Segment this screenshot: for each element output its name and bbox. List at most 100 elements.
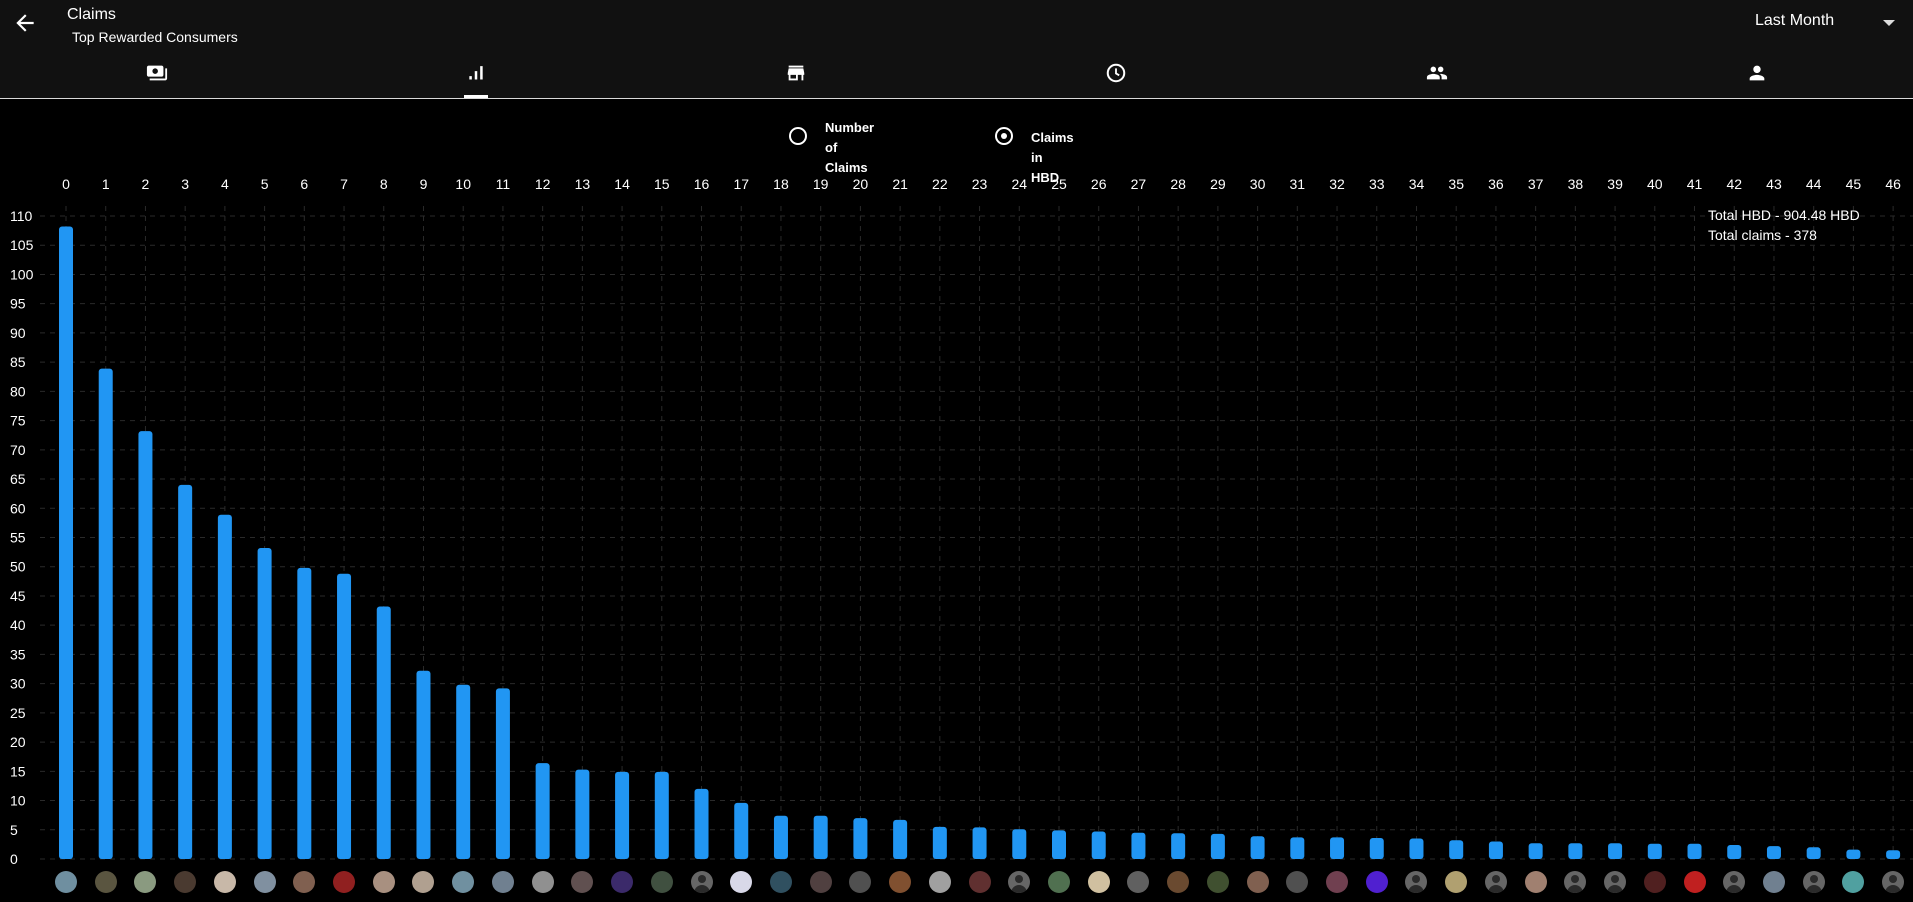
tab-groups[interactable] [1415, 60, 1455, 100]
avatar[interactable] [1206, 871, 1229, 893]
y-tick-label: 80 [10, 383, 26, 399]
bar [535, 763, 550, 859]
avatar[interactable] [968, 871, 991, 893]
x-tick-label: 26 [1091, 176, 1107, 192]
bar [615, 771, 630, 859]
bar [1488, 841, 1503, 859]
avatar[interactable] [1484, 871, 1507, 893]
x-tick-label: 1 [102, 176, 110, 192]
y-tick-label: 40 [10, 617, 26, 633]
y-tick-label: 65 [10, 471, 26, 487]
avatar[interactable] [1643, 871, 1666, 893]
avatar[interactable] [55, 871, 77, 893]
avatar[interactable] [531, 871, 554, 893]
tab-chart[interactable] [456, 60, 496, 100]
bar [495, 688, 510, 859]
total-claims-text: Total claims - 378 [1708, 227, 1817, 243]
bar [1250, 836, 1265, 859]
bar [1568, 843, 1583, 859]
bar [1846, 849, 1861, 859]
page-title: Claims [67, 6, 116, 23]
avatar[interactable] [1762, 871, 1785, 893]
y-tick-label: 45 [10, 588, 26, 604]
x-tick-label: 38 [1568, 176, 1584, 192]
avatar[interactable] [94, 871, 117, 893]
bar [1052, 830, 1066, 859]
avatar[interactable] [611, 871, 634, 893]
y-tick-label: 100 [10, 266, 34, 282]
x-tick-label: 37 [1528, 176, 1544, 192]
bar [734, 802, 749, 859]
bar [1806, 847, 1821, 859]
avatar[interactable] [174, 871, 197, 893]
avatar[interactable] [809, 871, 832, 893]
avatar[interactable] [1802, 871, 1825, 893]
x-tick-label: 27 [1131, 176, 1147, 192]
avatar[interactable] [1524, 871, 1547, 893]
bar [297, 567, 312, 859]
avatar[interactable] [491, 871, 514, 893]
bar [694, 788, 709, 859]
bar [853, 818, 868, 859]
group-icon [1426, 66, 1448, 80]
x-tick-label: 18 [773, 176, 789, 192]
avatar[interactable] [928, 871, 951, 893]
avatar[interactable] [1604, 871, 1627, 893]
bar [1449, 840, 1464, 859]
bar [257, 548, 272, 859]
x-tick-label: 8 [380, 176, 388, 192]
bar [376, 606, 391, 859]
avatar[interactable] [650, 871, 673, 893]
x-tick-label: 12 [535, 176, 551, 192]
bar [1687, 843, 1702, 859]
dropdown-caret-icon [1883, 20, 1895, 26]
bar [1727, 844, 1742, 859]
x-tick-label: 32 [1329, 176, 1345, 192]
bar [416, 670, 431, 859]
tab-payments[interactable] [136, 60, 176, 100]
x-tick-label: 10 [455, 176, 471, 192]
avatar[interactable] [1882, 871, 1905, 893]
bar [972, 827, 987, 859]
y-tick-label: 90 [10, 325, 26, 341]
avatar[interactable] [889, 871, 912, 893]
avatar[interactable] [690, 871, 713, 893]
bar [1012, 829, 1027, 859]
tab-history[interactable] [1095, 60, 1135, 100]
x-tick-label: 31 [1290, 176, 1306, 192]
avatar[interactable] [213, 871, 236, 893]
bar [893, 819, 908, 859]
avatar[interactable] [1167, 871, 1190, 893]
avatar[interactable] [769, 871, 792, 893]
avatar[interactable] [1246, 871, 1269, 893]
avatar[interactable] [1365, 871, 1388, 893]
x-tick-label: 22 [932, 176, 948, 192]
bar [1608, 843, 1623, 859]
tab-store[interactable] [775, 60, 815, 100]
avatar[interactable] [1048, 871, 1070, 893]
bar [59, 226, 73, 859]
period-select[interactable]: Last Month [1755, 12, 1895, 36]
y-tick-label: 0 [10, 851, 18, 867]
x-tick-label: 23 [972, 176, 988, 192]
avatar[interactable] [372, 871, 395, 893]
avatar[interactable] [1087, 871, 1110, 893]
tab-profile[interactable] [1736, 60, 1776, 100]
avatar[interactable] [1683, 871, 1706, 893]
avatar[interactable] [253, 871, 276, 893]
y-tick-label: 15 [10, 763, 26, 779]
x-tick-label: 20 [853, 176, 869, 192]
y-tick-label: 105 [10, 237, 34, 253]
x-tick-label: 43 [1766, 176, 1782, 192]
store-icon [787, 65, 805, 81]
period-select-value: Last Month [1755, 12, 1835, 29]
bar [98, 368, 113, 859]
avatar[interactable] [333, 871, 356, 893]
back-arrow-icon[interactable] [12, 10, 38, 36]
x-tick-label: 25 [1051, 176, 1067, 192]
x-tick-label: 45 [1846, 176, 1862, 192]
avatar[interactable] [1326, 871, 1349, 893]
y-tick-label: 75 [10, 413, 26, 429]
bar-chart: 0510152025303540455055606570758085909510… [10, 176, 1913, 867]
person-icon [1749, 65, 1765, 81]
